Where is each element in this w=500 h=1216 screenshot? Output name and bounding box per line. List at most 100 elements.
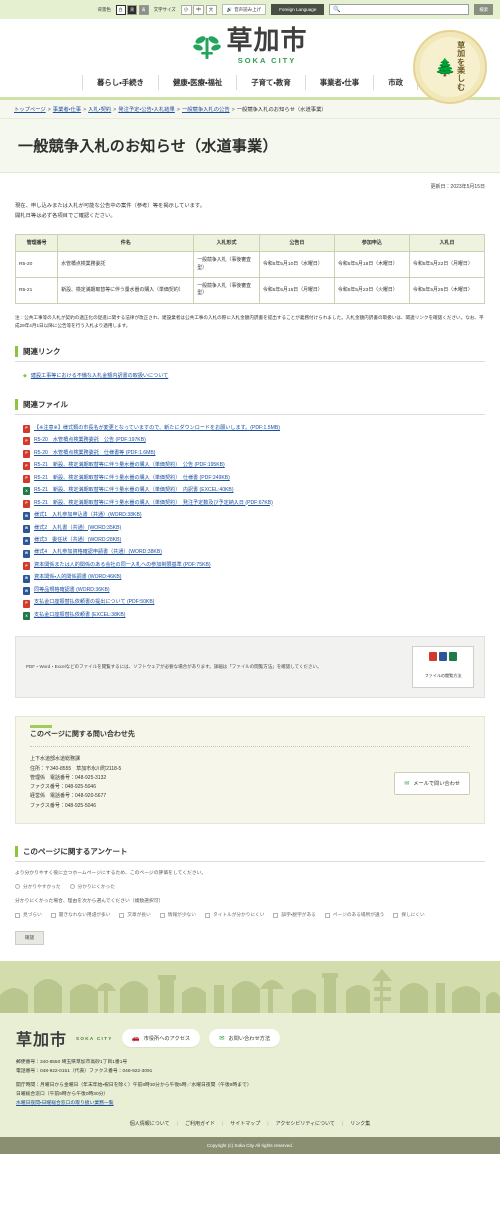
text-to-speech-label: 音声読み上げ (234, 6, 262, 12)
file-link-r520-notice[interactable]: R5-20 水管橋点検業務委託 公告 (PDF:197KB) (34, 437, 146, 444)
file-link-r521-breakdown[interactable]: R5-21 新設、検定満期取替等に伴う量水器の購入（単価契約） 内訳書 (EXC… (34, 487, 234, 494)
file-link-equivalent[interactable]: 同等品規格確認書 (WORD:36KB) (34, 587, 110, 594)
cell-bid-date: 令和5年5月25日（木曜日） (408, 277, 486, 304)
survey-heading: このページに関するアンケート (15, 846, 485, 862)
checkbox-icon[interactable] (324, 912, 330, 918)
file-link-participation[interactable]: 資本関係または人的関係のある会社の同一入札への参加制限基準 (PDF:75KB) (34, 562, 211, 569)
survey-checkbox-hard-to-find[interactable]: 探しにくい (393, 912, 425, 918)
bid-table-header-row: 管理番号 件名 入札形式 公告日 参加申込 入札日 (14, 233, 486, 253)
checkbox-icon[interactable] (50, 912, 56, 918)
file-link-payment-form[interactable]: 支払金口座振替払依頼書 (EXCEL:38KB) (34, 612, 125, 619)
file-link-form3[interactable]: 様式3 委任状（共通）(WORD:28KB) (34, 537, 121, 544)
file-viewer-help-button[interactable]: ファイルの閲覧方法 (412, 646, 474, 689)
cell-notice-date: 令和5年5月15日（月曜日） (258, 277, 335, 304)
related-link-1[interactable]: 建設工事等における不備な入札金額内訳書の取扱いについて (31, 373, 168, 381)
background-color-switches: 白 黒 青 (115, 4, 149, 15)
table-row: R5-21 新設、検定満期取替等に伴う量水器の購入（単価契約） 一般競争入札（事… (14, 277, 486, 304)
survey-checkbox-jargon[interactable]: 聞きなれない用語が多い (50, 912, 110, 918)
file-link-form1[interactable]: 様式1 入札参加申込書（共通）(WORD:38KB) (34, 512, 142, 519)
survey-checkbox-wrong-location[interactable]: ページのある場所が違う (324, 912, 384, 918)
survey-submit-button[interactable]: 確認 (15, 931, 45, 946)
bg-white-button[interactable]: 白 (115, 4, 126, 15)
bg-black-button[interactable]: 黒 (127, 4, 138, 15)
breadcrumb-item-notices[interactable]: 一般競争入札の公告 (182, 107, 230, 113)
main-content: 更新日：2023年5月15日 現在、申し込みまたは入札が可能な公告中の案件（参考… (0, 173, 500, 946)
access-button[interactable]: 🚗 市役所へのアクセス (121, 1029, 201, 1048)
file-link-r521-schedule[interactable]: R5-21 新設、検定満期取替等に伴う量水器の購入（単価契約） 発注予定数及び予… (34, 500, 273, 507)
lead-line-2: 開札日等は必ず各項目でご確認ください。 (15, 212, 116, 219)
nav-item-health[interactable]: 健康・医療・福祉 (159, 75, 238, 90)
file-viewer-note: PDF・Word・Excelなどのファイルを閲覧するには、ソフトウェアが必要な場… (15, 636, 485, 699)
survey-heading-text: このページに関するアンケート (23, 846, 128, 856)
checkbox-icon[interactable] (273, 912, 279, 918)
radio-icon[interactable] (69, 884, 75, 890)
text-to-speech-button[interactable]: 🔊 音声読み上げ (221, 4, 267, 15)
checkbox-icon[interactable] (159, 912, 165, 918)
breadcrumb-item-results[interactable]: 発注予定・公告・入札結果 (118, 107, 175, 113)
search-submit-button[interactable]: 検索 (474, 4, 493, 15)
file-link-form4[interactable]: 様式4 入札参加資格確認申請書（共通）(WORD:38KB) (34, 549, 162, 556)
th-apply-date: 参加申込 (333, 233, 410, 253)
footer-hours-link[interactable]: 水曜日夜間・日曜総合窓口の取り扱い業務一覧 (16, 1101, 114, 1106)
file-link-capital-survey[interactable]: 資本関係・人的関係調書 (WORD:46KB) (34, 574, 121, 581)
checkbox-icon[interactable] (204, 912, 210, 918)
font-size-switches: 小 中 大 (180, 4, 217, 15)
footer-link-links[interactable]: リンク集 (350, 1120, 370, 1127)
file-link-notice-update[interactable]: 【※注意※】様式類の市長名が変更となっていますので、新たにダウンロードをお願いし… (34, 425, 280, 432)
footer-link-accessibility[interactable]: アクセシビリティについて (276, 1120, 335, 1127)
excel-icon (449, 652, 457, 662)
footer-link-sitemap[interactable]: サイトマップ (230, 1120, 260, 1127)
radio-icon[interactable] (15, 884, 20, 890)
font-size-small-button[interactable]: 小 (180, 4, 192, 15)
footer-logo-jp: 草加市 (16, 1030, 68, 1050)
survey-checkbox-unclear-title[interactable]: タイトルが分かりにくい (204, 912, 264, 918)
survey-radio-hard[interactable]: 分かりにくかった (69, 884, 115, 890)
footer-address: 郵便番号：340-8550 埼玉県草加市高砂1丁目1番1号 (16, 1060, 128, 1066)
list-item: P 支払金口座振替払依頼書の提出について (PDF:50KB) (15, 597, 485, 609)
checkbox-icon[interactable] (119, 912, 125, 918)
related-files-heading-text: 関連ファイル (23, 399, 68, 409)
file-link-r520-spec[interactable]: R5-20 水管橋点検業務委託 仕様書等 (PDF:1.6MB) (34, 450, 155, 457)
footer-hours-1: 開庁時間：月曜日から金曜日（年末年始・祝日を除く）午前8時30分から午後5時／水… (16, 1083, 252, 1089)
footer-link-privacy[interactable]: 個人情報について (130, 1120, 170, 1127)
breadcrumb-item-business[interactable]: 事業者・仕事 (53, 107, 81, 113)
nav-item-children[interactable]: 子育て・教育 (237, 75, 306, 90)
contact-method-button[interactable]: ✉ お問い合わせ方法 (209, 1029, 281, 1048)
word-icon (439, 652, 447, 662)
checkbox-icon[interactable] (393, 912, 399, 918)
file-link-r521-notice[interactable]: R5-21 新設、検定満期取替等に伴う量水器の購入（単価契約） 公告 (PDF:… (34, 462, 225, 469)
font-size-large-button[interactable]: 大 (205, 4, 217, 15)
checkbox-icon[interactable] (15, 912, 20, 918)
nav-item-living[interactable]: 暮らし・手続き (82, 75, 159, 90)
breadcrumb-item-bidding[interactable]: 入札・契約 (88, 107, 111, 113)
related-links-heading-text: 関連リンク (23, 347, 61, 357)
list-item: X 支払金口座振替払依頼書 (EXCEL:38KB) (15, 610, 485, 622)
footer-link-divider: | (176, 1120, 178, 1127)
silhouette-svg (0, 961, 500, 1014)
font-size-medium-button[interactable]: 中 (193, 4, 204, 15)
nav-item-cityhall[interactable]: 市政 (374, 75, 418, 90)
foreign-language-button[interactable]: Foreign Language (271, 4, 325, 15)
bg-blue-button[interactable]: 青 (138, 4, 149, 15)
survey-checkbox-hard-to-read[interactable]: 見づらい (15, 912, 42, 918)
file-link-payment-note[interactable]: 支払金口座振替払依頼書の提出について (PDF:50KB) (34, 599, 154, 606)
email-contact-button[interactable]: ✉ メールで問い合わせ (394, 771, 470, 795)
survey-checkbox-too-long[interactable]: 文章が長い (119, 912, 151, 918)
search-input[interactable] (343, 5, 469, 14)
survey-checkbox-little-info[interactable]: 情報が少ない (159, 912, 196, 918)
page-title: 一般競争入札のお知らせ（水道事業） (18, 138, 278, 155)
footer-link-guide[interactable]: ご利用ガイド (185, 1120, 215, 1127)
enjoy-soka-seal[interactable]: 🌲 草 加 を 楽 し む (413, 30, 487, 104)
th-bid-type: 入札形式 (193, 233, 260, 253)
word-file-icon: W (23, 574, 30, 583)
list-item: P R5-21 新設、検定満期取替等に伴う量水器の購入（単価契約） 発注予定数及び… (15, 497, 485, 509)
cell-management-no: R5-21 (14, 277, 59, 304)
nav-item-business[interactable]: 事業者・仕事 (306, 75, 375, 90)
breadcrumb-item-top[interactable]: トップページ (14, 107, 46, 113)
survey-radio-easy[interactable]: 分かりやすかった (15, 884, 61, 890)
file-link-form2[interactable]: 様式2 入札書（共通）(WORD:35KB) (34, 525, 121, 532)
survey-checkbox-typos[interactable]: 誤字・脱字がある (273, 912, 316, 918)
contact-heading: このページに関する問い合わせ先 (30, 729, 470, 739)
file-link-r521-spec[interactable]: R5-21 新設、検定満期取替等に伴う量水器の購入（単価契約） 仕様書 (PDF… (34, 475, 230, 482)
file-viewer-note-text: PDF・Word・Excelなどのファイルを閲覧するには、ソフトウェアが必要な場… (26, 664, 322, 670)
